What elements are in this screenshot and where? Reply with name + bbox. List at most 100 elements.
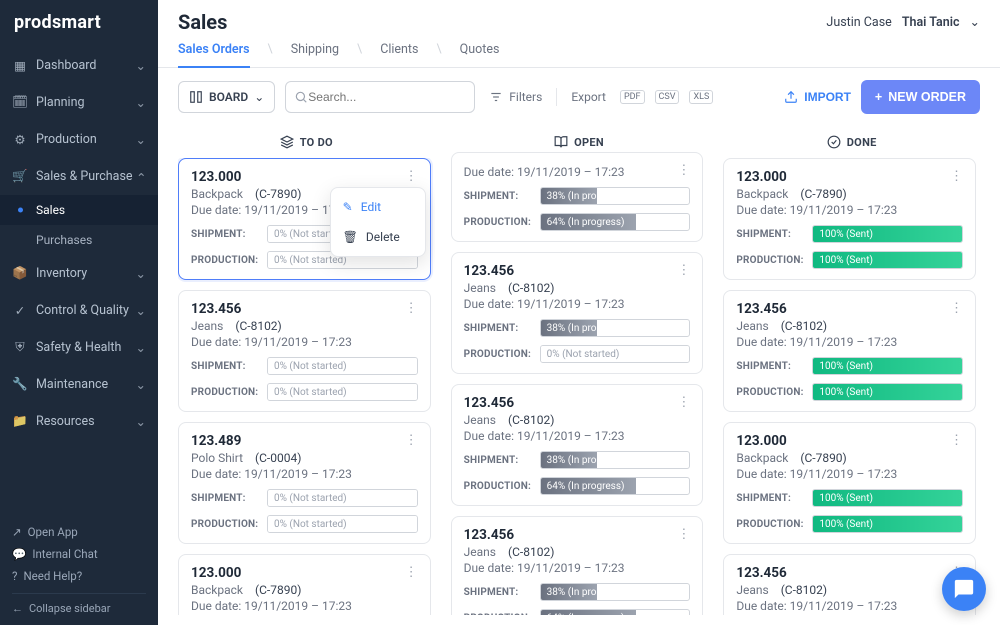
kebab-icon[interactable]: ⋮ <box>401 431 422 450</box>
need-help-link[interactable]: ?Need Help? <box>12 565 146 587</box>
header: Sales Justin Case Thai Tanic ⌄ <box>158 0 1000 34</box>
order-card[interactable]: ⋮ 123.456 Jeans(C-8102) Due date: 19/11/… <box>723 290 976 412</box>
due-date: Due date: 19/11/2019 – 17:23 <box>736 599 963 613</box>
order-card[interactable]: ⋮ 123.456 Jeans(C-8102) Due date: 19/11/… <box>178 290 431 412</box>
shipment-bar: 100% (Sent) <box>812 225 963 243</box>
nav-item-inventory[interactable]: 📦Inventory⌄ <box>0 255 158 292</box>
column-done: DONE ⋮ 123.000 Backpack(C-7890) Due date… <box>723 126 980 615</box>
filters-button[interactable]: Filters <box>485 90 546 104</box>
product-name: Jeans <box>191 319 223 333</box>
shipment-bar: 100% (Sent) <box>812 489 963 507</box>
kebab-icon[interactable]: ⋮ <box>673 261 694 280</box>
production-label: PRODUCTION: <box>191 387 259 398</box>
product-name: Jeans <box>736 319 768 333</box>
cards-list[interactable]: ⋮ Due date: 19/11/2019 – 17:23 SHIPMENT:… <box>451 152 708 615</box>
kebab-icon[interactable]: ⋮ <box>673 525 694 544</box>
shipment-bar: 100% (Sent) <box>812 357 963 375</box>
nav-icon: 🗓 <box>12 95 28 110</box>
sidebar-bottom: ↗Open App 💬Internal Chat ?Need Help? ←Co… <box>0 513 158 625</box>
nav-icon: ✓ <box>12 303 28 319</box>
kebab-icon[interactable]: ⋮ <box>946 167 967 186</box>
order-id: 123.000 <box>191 169 418 185</box>
shipment-label: SHIPMENT: <box>736 361 804 372</box>
cards-list[interactable]: ⋮ 123.000 Backpack(C-7890) Due date: 19/… <box>723 158 980 615</box>
kebab-icon[interactable]: ⋮ <box>401 299 422 318</box>
order-card[interactable]: ⋮ 123.489 Polo Shirt(C-0004) Due date: 1… <box>178 422 431 544</box>
nav-item-production[interactable]: ⚙Production⌄ <box>0 121 158 158</box>
production-bar: 64% (In progress) <box>540 213 691 231</box>
production-bar: 0% (Not started) <box>267 383 418 401</box>
kebab-icon[interactable]: ⋮ <box>673 161 694 180</box>
order-card[interactable]: ⋮ Due date: 19/11/2019 – 17:23 SHIPMENT:… <box>451 152 704 242</box>
order-card[interactable]: ⋮ ✎Edit 🗑Delete 123.000 Backpack(C-7890)… <box>178 158 431 280</box>
view-switcher[interactable]: BOARD ⌄ <box>178 81 275 113</box>
production-bar: 64% (In progress) <box>540 477 691 495</box>
order-card[interactable]: ⋮ 123.000 Backpack(C-7890) Due date: 19/… <box>178 554 431 615</box>
toolbar: BOARD ⌄ Filters Export PDF CSV XLS IMPOR… <box>158 68 1000 126</box>
export-csv[interactable]: CSV <box>655 90 680 104</box>
collapse-icon: ← <box>12 602 23 615</box>
nav-subitem-sales[interactable]: Sales <box>0 195 158 225</box>
order-card[interactable]: ⋮ 123.000 Backpack(C-7890) Due date: 19/… <box>723 422 976 544</box>
chevron-down-icon: ⌄ <box>970 14 980 30</box>
cards-list[interactable]: ⋮ ✎Edit 🗑Delete 123.000 Backpack(C-7890)… <box>178 158 435 615</box>
production-label: PRODUCTION: <box>736 387 804 398</box>
tab-shipping[interactable]: Shipping <box>291 42 339 67</box>
order-id: 123.000 <box>736 433 963 449</box>
client-code: (C-0004) <box>255 451 301 465</box>
order-card[interactable]: ⋮ 123.456 Jeans(C-8102) Due date: 19/11/… <box>451 384 704 506</box>
production-label: PRODUCTION: <box>464 349 532 360</box>
order-id: 123.456 <box>464 527 691 543</box>
export-pdf[interactable]: PDF <box>620 90 645 104</box>
search-box[interactable] <box>285 81 475 113</box>
nav-item-dashboard[interactable]: ▦Dashboard⌄ <box>0 47 158 84</box>
menu-edit[interactable]: ✎Edit <box>331 192 425 222</box>
shipment-bar: 38% (In production) <box>540 583 691 601</box>
order-id: 123.000 <box>736 169 963 185</box>
tab-quotes[interactable]: Quotes <box>460 42 500 67</box>
board: TO DO ⋮ ✎Edit 🗑Delete 123.000 Backpack(C… <box>158 126 1000 625</box>
nav-item-control-quality[interactable]: ✓Control & Quality⌄ <box>0 292 158 329</box>
nav-item-planning[interactable]: 🗓Planning⌄ <box>0 84 158 121</box>
open-app-link[interactable]: ↗Open App <box>12 521 146 543</box>
menu-delete[interactable]: 🗑Delete <box>331 222 425 252</box>
client-code: (C-8102) <box>508 413 554 427</box>
search-input[interactable] <box>308 90 466 104</box>
order-id: 123.456 <box>736 301 963 317</box>
kebab-icon[interactable]: ⋮ <box>401 167 422 186</box>
collapse-sidebar[interactable]: ←Collapse sidebar <box>12 593 146 615</box>
nav-item-sales-purchase[interactable]: 🛒Sales & Purchase⌄ <box>0 158 158 195</box>
sidebar: prodsmart ▦Dashboard⌄🗓Planning⌄⚙Producti… <box>0 0 158 625</box>
production-label: PRODUCTION: <box>464 613 532 616</box>
chat-widget[interactable] <box>942 567 986 611</box>
order-card[interactable]: ⋮ 123.000 Backpack(C-7890) Due date: 19/… <box>723 158 976 280</box>
nav-item-maintenance[interactable]: 🔧Maintenance⌄ <box>0 366 158 403</box>
tab-sales-orders[interactable]: Sales Orders <box>178 42 250 67</box>
export-xls[interactable]: XLS <box>689 90 713 104</box>
product-name: Polo Shirt <box>191 451 243 465</box>
export-button[interactable]: Export <box>567 90 610 104</box>
due-date: Due date: 19/11/2019 – 17:23 <box>736 467 963 481</box>
trash-icon: 🗑 <box>343 230 358 244</box>
kebab-icon[interactable]: ⋮ <box>401 563 422 582</box>
production-bar: 0% (Not started) <box>267 515 418 533</box>
internal-chat-link[interactable]: 💬Internal Chat <box>12 543 146 565</box>
chevron-down-icon: ⌄ <box>136 58 146 74</box>
import-button[interactable]: IMPORT <box>784 90 851 104</box>
order-card[interactable]: ⋮ 123.456 Jeans(C-8102) Due date: 19/11/… <box>723 554 976 615</box>
kebab-icon[interactable]: ⋮ <box>946 431 967 450</box>
user-area[interactable]: Justin Case Thai Tanic ⌄ <box>826 14 980 30</box>
nav-icon: 🛒 <box>12 169 28 184</box>
nav-item-safety-health[interactable]: ⛨Safety & Health⌄ <box>0 329 158 366</box>
order-card[interactable]: ⋮ 123.456 Jeans(C-8102) Due date: 19/11/… <box>451 516 704 615</box>
order-card[interactable]: ⋮ 123.456 Jeans(C-8102) Due date: 19/11/… <box>451 252 704 374</box>
product-name: Jeans <box>464 281 496 295</box>
new-order-button[interactable]: + NEW ORDER <box>861 80 980 114</box>
due-date: Due date: 19/11/2019 – 17:23 <box>464 429 691 443</box>
client-code: (C-8102) <box>508 545 554 559</box>
nav-subitem-purchases[interactable]: Purchases <box>0 225 158 255</box>
nav-item-resources[interactable]: 📁Resources⌄ <box>0 403 158 440</box>
tab-clients[interactable]: Clients <box>380 42 418 67</box>
kebab-icon[interactable]: ⋮ <box>946 299 967 318</box>
kebab-icon[interactable]: ⋮ <box>673 393 694 412</box>
